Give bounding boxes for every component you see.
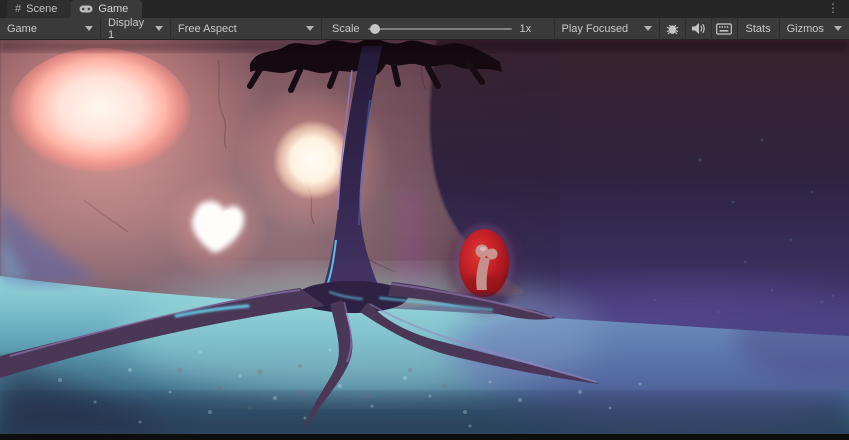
scale-label: Scale bbox=[332, 23, 360, 35]
scale-slider-track[interactable] bbox=[368, 28, 512, 30]
tab-scene-label: Scene bbox=[26, 3, 57, 15]
stats-button[interactable]: Stats bbox=[738, 18, 779, 40]
gamepad-icon bbox=[79, 4, 93, 14]
window-bottom-edge bbox=[0, 434, 849, 440]
scale-value: 1x bbox=[520, 23, 542, 35]
gizmos-dropdown[interactable]: Gizmos bbox=[780, 18, 849, 40]
keyboard-shortcuts-button[interactable] bbox=[712, 18, 737, 40]
aspect-ratio-dropdown[interactable]: Free Aspect bbox=[171, 18, 321, 40]
scale-slider[interactable] bbox=[368, 18, 512, 40]
stats-button-label: Stats bbox=[746, 23, 771, 35]
mute-audio-button[interactable] bbox=[686, 18, 711, 40]
tab-game-label: Game bbox=[98, 3, 128, 15]
glow-heart bbox=[164, 176, 268, 280]
game-view-toolbar: Game Display 1 Free Aspect Scale 1x Play… bbox=[0, 18, 849, 40]
speaker-icon bbox=[691, 22, 706, 35]
play-focused-dropdown[interactable]: Play Focused bbox=[555, 18, 659, 40]
chevron-down-icon bbox=[85, 26, 93, 31]
unity-editor-window: # Scene Game ⋮ Game Display 1 bbox=[0, 0, 849, 440]
display-dropdown[interactable]: Display 1 bbox=[101, 18, 170, 40]
keyboard-icon bbox=[716, 23, 732, 35]
scene-grid-icon: # bbox=[15, 4, 21, 15]
gizmos-dropdown-label: Gizmos bbox=[787, 23, 824, 35]
tab-game[interactable]: Game bbox=[71, 0, 142, 18]
chevron-down-icon bbox=[306, 26, 314, 31]
chevron-down-icon bbox=[644, 26, 652, 31]
chevron-down-icon bbox=[155, 26, 163, 31]
rendered-scene bbox=[0, 40, 849, 434]
debug-bug-button[interactable] bbox=[660, 18, 685, 40]
game-mode-dropdown-label: Game bbox=[7, 23, 37, 35]
toolbar-separator bbox=[321, 18, 322, 40]
game-mode-dropdown[interactable]: Game bbox=[0, 18, 100, 40]
aspect-ratio-dropdown-label: Free Aspect bbox=[178, 23, 237, 35]
play-focused-label: Play Focused bbox=[562, 23, 629, 35]
scale-slider-handle[interactable] bbox=[370, 24, 380, 34]
more-menu-icon[interactable]: ⋮ bbox=[823, 1, 843, 15]
game-viewport[interactable] bbox=[0, 40, 849, 434]
display-dropdown-label: Display 1 bbox=[108, 17, 147, 41]
bug-icon bbox=[665, 21, 680, 36]
tab-scene[interactable]: # Scene bbox=[7, 0, 71, 18]
tab-bar: # Scene Game ⋮ bbox=[0, 0, 849, 18]
chevron-down-icon bbox=[834, 26, 842, 31]
